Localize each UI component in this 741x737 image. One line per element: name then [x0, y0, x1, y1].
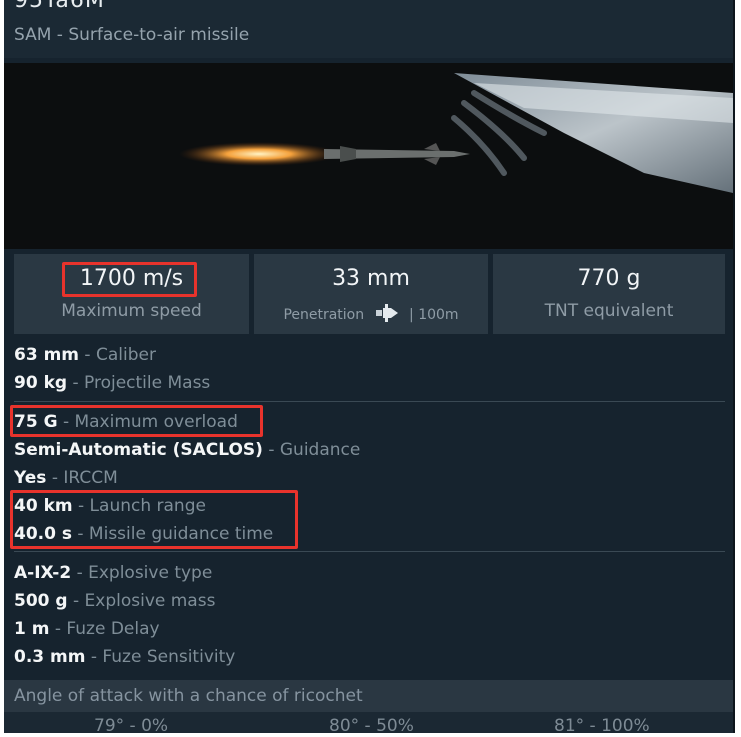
stat-label: TNT equivalent	[544, 301, 674, 321]
ricochet-value: 79° - 0%	[94, 716, 169, 733]
spec-value: Yes	[14, 468, 47, 488]
spec-key: - Caliber	[84, 345, 156, 365]
ricochet-header: Angle of attack with a chance of ricoche…	[4, 680, 733, 712]
spec-value: 90 kg	[14, 373, 68, 393]
ricochet-values: 79° - 0% 80° - 50% 81° - 100%	[4, 712, 733, 733]
missile-launch-illustration	[4, 63, 733, 249]
highlight-box-speed	[62, 262, 197, 297]
explosive-group: A-IX-2 - Explosive type 500 g - Explosiv…	[14, 559, 725, 671]
highlight-box-range	[10, 490, 298, 549]
stat-label: Maximum speed	[61, 301, 202, 321]
stat-value: 770 g	[577, 266, 641, 291]
spec-key: - Guidance	[268, 440, 361, 460]
shell-icon	[375, 304, 399, 326]
penetration-label: Penetration	[283, 307, 365, 323]
weapon-title: 95Ya6M	[14, 0, 105, 13]
panel-header: 95Ya6M SAM - Surface-to-air missile	[4, 0, 733, 58]
spec-value: 500 g	[14, 591, 68, 611]
spec-value: A-IX-2	[14, 563, 72, 583]
spec-key: - Explosive mass	[72, 591, 216, 611]
ricochet-value: 80° - 50%	[329, 716, 414, 733]
spec-row: 63 mm - Caliber	[14, 341, 725, 369]
ricochet-value: 81° - 100%	[554, 716, 650, 733]
spec-value: Semi-Automatic (SACLOS)	[14, 440, 263, 460]
spec-value: 0.3 mm	[14, 647, 86, 667]
spec-key: - Fuze Delay	[54, 619, 160, 639]
spec-row: 0.3 mm - Fuze Sensitivity	[14, 643, 725, 671]
section-divider	[14, 401, 725, 402]
spec-key: - IRCCM	[51, 468, 118, 488]
spec-row: 1 m - Fuze Delay	[14, 615, 725, 643]
stat-label: Penetration | 100m	[254, 304, 488, 326]
highlight-box-overload	[10, 405, 263, 437]
stat-value: 33 mm	[332, 266, 410, 291]
missile-preview-image	[4, 63, 733, 249]
caliber-group: 63 mm - Caliber 90 kg - Projectile Mass	[14, 341, 725, 397]
spec-row: Semi-Automatic (SACLOS) - Guidance	[14, 436, 725, 464]
weapon-subtitle: SAM - Surface-to-air missile	[14, 25, 250, 45]
spec-key: - Fuze Sensitivity	[90, 647, 236, 667]
spec-value: 63 mm	[14, 345, 80, 365]
spec-row: A-IX-2 - Explosive type	[14, 559, 725, 587]
stat-tnt: 770 g TNT equivalent	[493, 254, 725, 334]
stat-penetration: 33 mm Penetration | 100m	[254, 254, 488, 334]
spec-value: 1 m	[14, 619, 50, 639]
spec-row: 500 g - Explosive mass	[14, 587, 725, 615]
missile-info-panel: 95Ya6M SAM - Surface-to-air missile 1700…	[4, 0, 735, 733]
spec-row: Yes - IRCCM	[14, 464, 725, 492]
section-divider	[14, 551, 725, 552]
spec-key: - Projectile Mass	[72, 373, 211, 393]
spec-row: 90 kg - Projectile Mass	[14, 369, 725, 397]
penetration-distance: | 100m	[409, 307, 459, 323]
spec-key: - Explosive type	[76, 563, 213, 583]
exhaust-flame	[179, 142, 339, 166]
